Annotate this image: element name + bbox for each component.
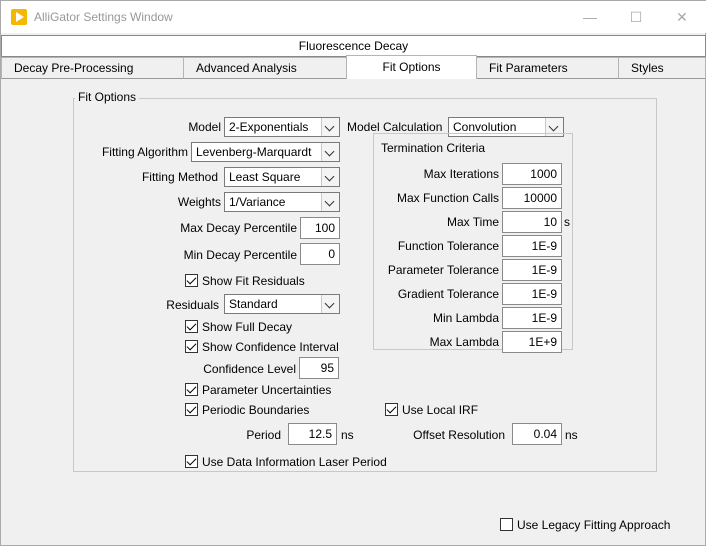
show-confidence-interval-label: Show Confidence Interval [202,340,339,354]
window-title: AlliGator Settings Window [34,10,173,24]
model-select[interactable]: 2-Exponentials [224,117,340,137]
maximize-button[interactable]: ☐ [613,1,659,33]
termination-criteria-title: Termination Criteria [381,141,486,155]
min-lambda-input[interactable]: 1E-9 [502,307,562,329]
model-label: Model [188,120,221,134]
max-time-label: Max Time [446,215,499,229]
model-calculation-value: Convolution [453,120,517,134]
max-lambda-input[interactable]: 1E+9 [502,331,562,353]
tab-advanced-analysis[interactable]: Advanced Analysis [183,57,347,79]
gradient-tolerance-label: Gradient Tolerance [397,287,499,301]
tab-styles[interactable]: Styles [618,57,706,79]
confidence-level-input[interactable]: 95 [299,357,339,379]
show-fit-residuals-label: Show Fit Residuals [202,274,305,288]
residuals-value: Standard [229,297,278,311]
fitting-method-value: Least Square [229,170,301,184]
gradient-tolerance-input[interactable]: 1E-9 [502,283,562,305]
fitting-method-select[interactable]: Least Square [224,167,340,187]
max-iterations-label: Max Iterations [423,167,499,181]
tab-decay-pre-processing[interactable]: Decay Pre-Processing [1,57,184,79]
max-function-calls-label: Max Function Calls [396,191,499,205]
model-calculation-label: Model Calculation [347,120,443,134]
tab-fluorescence-decay[interactable]: Fluorescence Decay [1,35,706,57]
fitting-algorithm-select[interactable]: Levenberg-Marquardt [191,142,340,162]
model-value: 2-Exponentials [229,120,309,134]
offset-resolution-label: Offset Resolution [413,428,505,442]
tab-fit-parameters[interactable]: Fit Parameters [476,57,619,79]
max-time-input[interactable]: 10 [502,211,562,233]
use-local-irf-label: Use Local IRF [402,403,479,417]
chevron-down-icon [321,118,339,136]
use-legacy-fitting-checkbox[interactable] [500,518,513,531]
show-full-decay-checkbox[interactable] [185,320,198,333]
offset-resolution-unit: ns [565,428,578,442]
show-confidence-interval-checkbox[interactable] [185,340,198,353]
settings-window: AlliGator Settings Window — ☐ ✕ Fluoresc… [0,0,706,546]
show-fit-residuals-checkbox[interactable] [185,274,198,287]
parameter-tolerance-label: Parameter Tolerance [387,263,499,277]
show-full-decay-label: Show Full Decay [202,320,293,334]
minimize-button[interactable]: — [567,1,613,33]
use-laser-period-label: Use Data Information Laser Period [202,455,387,469]
max-decay-percentile-label: Max Decay Percentile [180,221,297,235]
min-decay-percentile-input[interactable]: 0 [300,243,340,265]
chevron-down-icon [321,295,339,313]
parameter-tolerance-input[interactable]: 1E-9 [502,259,562,281]
use-laser-period-checkbox[interactable] [185,455,198,468]
title-bar: AlliGator Settings Window — ☐ ✕ [1,1,706,33]
weights-select[interactable]: 1/Variance [224,192,340,212]
weights-label: Weights [177,195,221,209]
fitting-method-label: Fitting Method [141,170,218,184]
confidence-level-label: Confidence Level [203,362,296,376]
parameter-uncertainties-checkbox[interactable] [185,383,198,396]
close-button[interactable]: ✕ [659,1,705,33]
weights-value: 1/Variance [229,195,286,209]
function-tolerance-label: Function Tolerance [397,239,499,253]
max-decay-percentile-input[interactable]: 100 [300,217,340,239]
max-lambda-label: Max Lambda [429,335,499,349]
chevron-down-icon [321,168,339,186]
chevron-down-icon [321,143,339,161]
residuals-select[interactable]: Standard [224,294,340,314]
max-function-calls-input[interactable]: 10000 [502,187,562,209]
period-label: Period [246,428,281,442]
app-icon [11,9,27,25]
fitting-algorithm-value: Levenberg-Marquardt [196,145,312,159]
parameter-uncertainties-label: Parameter Uncertainties [202,383,332,397]
fitting-algorithm-label: Fitting Algorithm [101,145,188,159]
chevron-down-icon [321,193,339,211]
use-local-irf-checkbox[interactable] [385,403,398,416]
residuals-label: Residuals [166,298,219,312]
fit-options-group-title: Fit Options [75,90,140,104]
periodic-boundaries-label: Periodic Boundaries [202,403,310,417]
period-input[interactable]: 12.5 [288,423,337,445]
offset-resolution-input[interactable]: 0.04 [512,423,562,445]
period-unit: ns [341,428,354,442]
min-decay-percentile-label: Min Decay Percentile [183,248,297,262]
use-legacy-fitting-label: Use Legacy Fitting Approach [517,518,671,532]
tab-fit-options[interactable]: Fit Options [346,55,477,79]
min-lambda-label: Min Lambda [432,311,499,325]
max-time-unit: s [564,215,570,229]
function-tolerance-input[interactable]: 1E-9 [502,235,562,257]
max-iterations-input[interactable]: 1000 [502,163,562,185]
periodic-boundaries-checkbox[interactable] [185,403,198,416]
